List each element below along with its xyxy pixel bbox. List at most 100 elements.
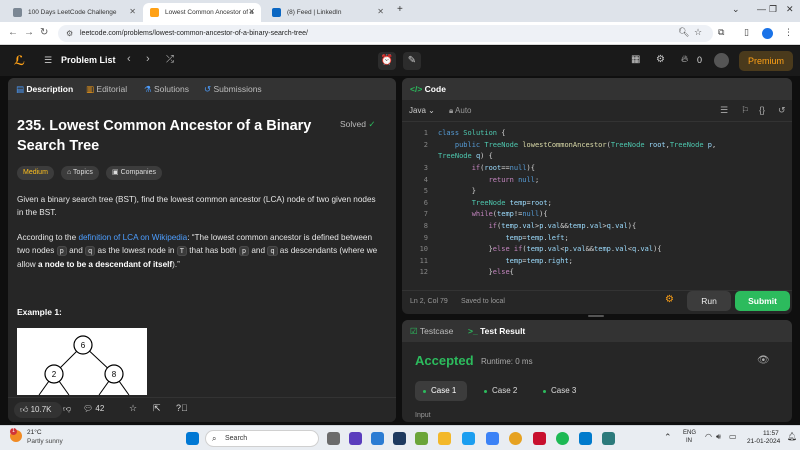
app-icon[interactable] bbox=[415, 432, 428, 445]
browser-tab-3[interactable]: (8) Feed | LinkedIn ✕ bbox=[265, 3, 390, 22]
battery-icon[interactable]: ▭ bbox=[729, 432, 737, 441]
url-field[interactable]: ⚙ leetcode.com/problems/lowest-common-an… bbox=[58, 25, 713, 42]
case-tab-2[interactable]: Case 2 bbox=[476, 381, 528, 401]
app-icon[interactable] bbox=[393, 432, 406, 445]
case-tab-1[interactable]: Case 1 bbox=[415, 381, 467, 401]
bookmark-icon[interactable]: ⚐ bbox=[741, 105, 749, 116]
share-icon[interactable]: ⇱ bbox=[153, 403, 161, 414]
site-info-icon[interactable]: ⚙ bbox=[66, 25, 73, 42]
notes-icon[interactable]: ✎ bbox=[403, 52, 421, 70]
browser-tab-1[interactable]: 100 Days LeetCode Challenge ✕ bbox=[6, 3, 142, 22]
code-line[interactable]: }else{ bbox=[438, 268, 514, 276]
menu-kebab-icon[interactable]: ⋮ bbox=[784, 27, 793, 38]
streak-fire-icon[interactable]: 🔥︎ bbox=[681, 54, 688, 65]
autocomplete-mode[interactable]: 🔒︎ Auto bbox=[449, 106, 472, 116]
format-icon[interactable]: ☰ bbox=[720, 105, 728, 116]
vscode-icon[interactable] bbox=[579, 432, 592, 445]
chevron-down-icon[interactable]: ⌄ bbox=[732, 4, 740, 15]
spotify-icon[interactable] bbox=[556, 432, 569, 445]
code-line[interactable]: TreeNode temp=root; bbox=[438, 199, 552, 207]
zoom-icon[interactable]: 🔍︎ bbox=[678, 27, 689, 38]
new-tab-button[interactable]: + bbox=[397, 4, 403, 15]
back-arrow-icon[interactable]: ← bbox=[8, 27, 18, 38]
extensions-icon[interactable]: ⧉ bbox=[718, 27, 724, 38]
like-button[interactable]: 👍︎ 10.7K bbox=[14, 402, 62, 418]
tab-solutions[interactable]: ⚗ Solutions bbox=[144, 84, 189, 95]
help-icon[interactable]: ?⃝ bbox=[176, 403, 188, 413]
edge-icon[interactable] bbox=[462, 432, 475, 445]
wifi-icon[interactable]: ◠ bbox=[705, 432, 712, 441]
tray-chevron-up-icon[interactable]: ⌃ bbox=[664, 432, 672, 443]
app-icon[interactable] bbox=[602, 432, 615, 445]
premium-button[interactable]: Premium bbox=[739, 51, 793, 71]
prev-problem-chevron-icon[interactable]: ‹ bbox=[127, 53, 131, 65]
window-close-icon[interactable]: ✕ bbox=[786, 4, 794, 15]
difficulty-badge[interactable]: Medium bbox=[17, 166, 54, 180]
taskbar-search[interactable]: ⌕ Search bbox=[205, 430, 319, 447]
language-1[interactable]: ENG bbox=[683, 430, 696, 436]
panel-resize-handle[interactable] bbox=[588, 315, 604, 317]
tab-description[interactable]: ▤ Description bbox=[16, 84, 73, 95]
app-icon[interactable] bbox=[371, 432, 384, 445]
topics-tag[interactable]: ⌂ Topics bbox=[61, 166, 99, 180]
clock-date[interactable]: 21-01-2024 bbox=[747, 438, 780, 445]
code-line[interactable]: temp=temp.right; bbox=[438, 257, 572, 265]
code-line[interactable]: return null; bbox=[438, 176, 540, 184]
language-2[interactable]: IN bbox=[686, 438, 692, 444]
code-line[interactable]: while(temp!=null){ bbox=[438, 210, 548, 218]
eye-icon[interactable]: 👁︎ bbox=[757, 355, 770, 366]
minimize-icon[interactable]: — bbox=[757, 4, 766, 14]
close-icon[interactable]: ✕ bbox=[248, 7, 255, 16]
timer-icon[interactable]: ⏰ bbox=[378, 52, 396, 70]
sidebar-icon[interactable]: ▯ bbox=[744, 27, 749, 38]
bookmark-star-icon[interactable]: ☆ bbox=[694, 27, 702, 38]
tab-editorial[interactable]: ▥ Editorial bbox=[86, 84, 127, 95]
layout-grid-icon[interactable]: ▦ bbox=[631, 54, 640, 65]
companies-tag[interactable]: ▣ Companies bbox=[106, 166, 162, 180]
mcafee-icon[interactable] bbox=[533, 432, 546, 445]
file-explorer-icon[interactable] bbox=[438, 432, 451, 445]
braces-icon[interactable]: {} bbox=[759, 105, 765, 115]
close-icon[interactable]: ✕ bbox=[377, 7, 384, 16]
comments-button[interactable]: 💬︎ 42 bbox=[83, 404, 104, 413]
favorite-star-icon[interactable]: ☆ bbox=[129, 403, 137, 414]
code-line[interactable]: } bbox=[438, 187, 476, 195]
notification-bell-icon[interactable]: 🔔︎ bbox=[787, 432, 797, 441]
leetcode-logo-icon[interactable]: ℒ bbox=[14, 53, 25, 69]
user-avatar[interactable] bbox=[714, 53, 729, 68]
run-button[interactable]: Run bbox=[687, 291, 731, 311]
tab-submissions[interactable]: ↺ Submissions bbox=[204, 84, 262, 95]
code-line[interactable]: }else if(temp.val<p.val&&temp.val<q.val)… bbox=[438, 245, 662, 253]
clock-time[interactable]: 11:57 bbox=[763, 430, 779, 437]
code-line[interactable]: if(root==null){ bbox=[438, 164, 535, 172]
app-icon[interactable] bbox=[327, 432, 340, 445]
language-select[interactable]: Java ⌄ bbox=[409, 106, 435, 115]
next-problem-chevron-icon[interactable]: › bbox=[146, 53, 150, 65]
thumbs-down-icon[interactable]: 👎︎ bbox=[63, 404, 71, 414]
code-line[interactable]: temp=temp.left; bbox=[438, 234, 568, 242]
shuffle-icon[interactable]: ⤮ bbox=[166, 54, 174, 65]
wikipedia-link[interactable]: definition of LCA on Wikipedia bbox=[78, 233, 187, 242]
code-line[interactable]: if(temp.val>p.val&&temp.val>q.val){ bbox=[438, 222, 637, 230]
submit-button[interactable]: Submit bbox=[735, 291, 790, 311]
reload-icon[interactable]: ↻ bbox=[40, 27, 48, 38]
maximize-icon[interactable]: ❐ bbox=[769, 4, 777, 15]
tab-test-result[interactable]: >_ Test Result bbox=[468, 326, 525, 336]
code-line[interactable]: class Solution { bbox=[438, 129, 505, 137]
forward-arrow-icon[interactable]: → bbox=[24, 27, 34, 38]
reset-icon[interactable]: ↺ bbox=[778, 105, 786, 116]
settings-gear-icon[interactable]: ⚙ bbox=[656, 54, 665, 65]
volume-icon[interactable]: 🔊︎ bbox=[716, 432, 721, 442]
list-icon[interactable]: ☰ bbox=[44, 55, 52, 66]
teams-icon[interactable] bbox=[349, 432, 362, 445]
app-icon[interactable] bbox=[486, 432, 499, 445]
problem-list-link[interactable]: Problem List bbox=[61, 55, 116, 65]
chrome-icon[interactable] bbox=[509, 432, 522, 445]
code-line[interactable]: public TreeNode lowestCommonAncestor(Tre… bbox=[438, 141, 716, 149]
code-line[interactable]: TreeNode q) { bbox=[438, 152, 493, 160]
tab-testcase[interactable]: ☑ Testcase bbox=[410, 326, 453, 337]
close-icon[interactable]: ✕ bbox=[129, 7, 136, 16]
profile-avatar[interactable] bbox=[762, 28, 773, 39]
windows-start-icon[interactable] bbox=[186, 432, 199, 445]
debug-icon[interactable]: ⚙ bbox=[665, 294, 674, 305]
